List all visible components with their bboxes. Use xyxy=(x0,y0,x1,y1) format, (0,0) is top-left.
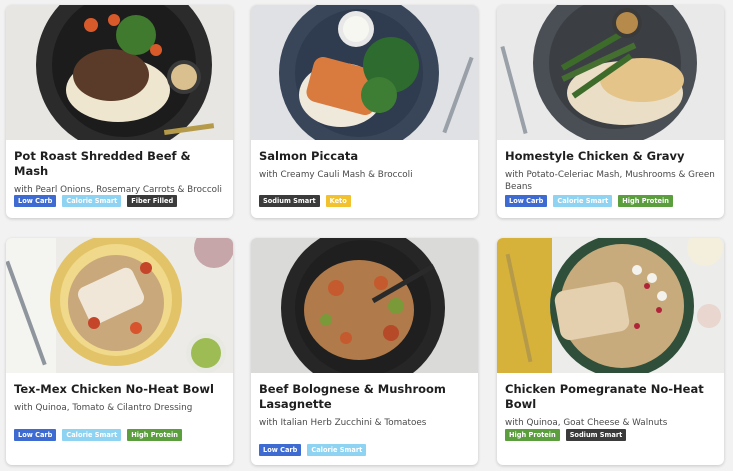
meal-photo[interactable] xyxy=(251,5,478,140)
tag-low-carb: Low Carb xyxy=(14,195,57,207)
meal-title[interactable]: Beef Bolognese & Mushroom Lasagnette xyxy=(259,382,470,412)
tag-calorie-smart: Calorie Smart xyxy=(62,195,122,207)
meal-subtitle: with Quinoa, Tomato & Cilantro Dressing xyxy=(14,403,193,413)
tag-high-protein: High Protein xyxy=(505,429,560,441)
tag-low-carb: Low Carb xyxy=(505,195,548,207)
tag-sodium-smart: Sodium Smart xyxy=(565,429,627,441)
tag-high-protein: High Protein xyxy=(618,195,673,207)
meal-card-tex-mex-bowl[interactable]: Tex-Mex Chicken No-Heat Bowl with Quinoa… xyxy=(6,238,233,465)
meal-photo[interactable] xyxy=(6,5,233,140)
meal-card-chicken-pomegranate[interactable]: Chicken Pomegranate No-Heat Bowl with Qu… xyxy=(497,238,724,465)
meal-photo[interactable] xyxy=(251,238,478,373)
meal-title[interactable]: Pot Roast Shredded Beef & Mash xyxy=(14,149,225,179)
tag-high-protein: High Protein xyxy=(127,429,182,441)
tag-calorie-smart: Calorie Smart xyxy=(307,444,367,456)
tag-keto: Keto xyxy=(325,195,351,207)
tag-calorie-smart: Calorie Smart xyxy=(553,195,613,207)
tag-calorie-smart: Calorie Smart xyxy=(62,429,122,441)
meal-card-pot-roast[interactable]: Pot Roast Shredded Beef & Mash with Pear… xyxy=(6,5,233,218)
diet-tags: High Protein Sodium Smart xyxy=(505,429,627,441)
meal-subtitle: with Potato-Celeriac Mash, Mushrooms & G… xyxy=(505,170,715,192)
meal-title[interactable]: Chicken Pomegranate No-Heat Bowl xyxy=(505,382,716,412)
diet-tags: Low Carb Calorie Smart High Protein xyxy=(505,195,673,207)
diet-tags: Low Carb Calorie Smart High Protein xyxy=(14,429,182,441)
meal-photo[interactable] xyxy=(497,238,724,373)
diet-tags: Low Carb Calorie Smart xyxy=(259,444,367,456)
tag-low-carb: Low Carb xyxy=(14,429,57,441)
meal-card-homestyle-chicken[interactable]: Homestyle Chicken & Gravy with Potato-Ce… xyxy=(497,5,724,218)
meal-subtitle: with Quinoa, Goat Cheese & Walnuts xyxy=(505,418,668,428)
meal-subtitle: with Italian Herb Zucchini & Tomatoes xyxy=(259,418,427,428)
meal-title[interactable]: Homestyle Chicken & Gravy xyxy=(505,149,716,164)
diet-tags: Low Carb Calorie Smart Fiber Filled xyxy=(14,195,178,207)
meal-photo[interactable] xyxy=(497,5,724,140)
meal-subtitle: with Creamy Cauli Mash & Broccoli xyxy=(259,170,413,180)
meal-card-salmon-piccata[interactable]: Salmon Piccata with Creamy Cauli Mash & … xyxy=(251,5,478,218)
meal-card-beef-bolognese[interactable]: Beef Bolognese & Mushroom Lasagnette wit… xyxy=(251,238,478,465)
tag-low-carb: Low Carb xyxy=(259,444,302,456)
tag-fiber-filled: Fiber Filled xyxy=(127,195,178,207)
diet-tags: Sodium Smart Keto xyxy=(259,195,351,207)
meal-photo[interactable] xyxy=(6,238,233,373)
tag-sodium-smart: Sodium Smart xyxy=(259,195,320,207)
meal-title[interactable]: Salmon Piccata xyxy=(259,149,470,164)
meal-title[interactable]: Tex-Mex Chicken No-Heat Bowl xyxy=(14,382,225,397)
